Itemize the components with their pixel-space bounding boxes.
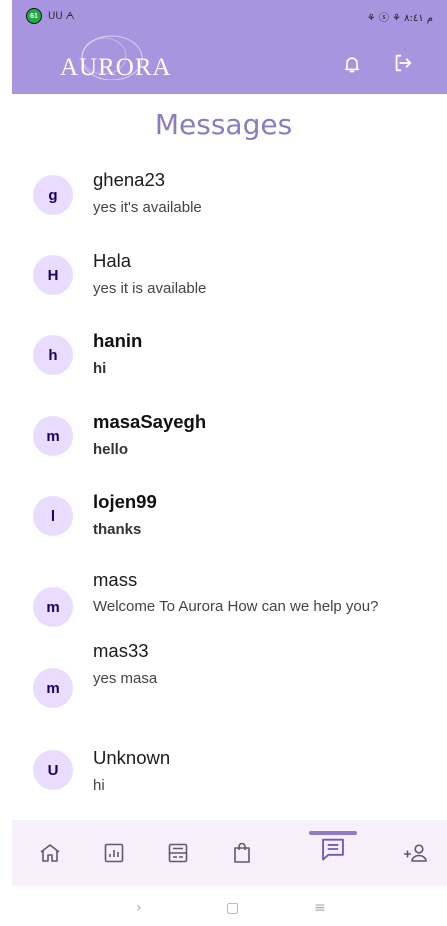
system-home-button[interactable]: ▢ <box>226 900 239 916</box>
avatar: U <box>33 750 73 790</box>
avatar: g <box>33 175 73 215</box>
conversation-item[interactable]: U Unknown hi <box>0 744 447 814</box>
logout-icon[interactable] <box>392 52 414 74</box>
nav-shop[interactable] <box>216 820 268 886</box>
conversation-item[interactable]: m masaSayegh hello <box>0 403 447 473</box>
conversation-preview: hello <box>93 441 129 458</box>
notification-badge: 61 <box>26 8 42 24</box>
gallery-icon <box>168 843 188 863</box>
avatar: h <box>33 335 73 375</box>
conversation-preview: yes it is available <box>93 280 207 297</box>
conversation-item[interactable]: h hanin hi <box>0 322 447 392</box>
conversation-item[interactable]: l lojen99 thanks <box>0 484 447 554</box>
conversation-name: lojen99 <box>93 491 157 512</box>
conversation-name: ghena23 <box>93 169 166 190</box>
conversation-name: Hala <box>93 250 132 271</box>
nav-gallery[interactable] <box>152 820 204 886</box>
conversation-item[interactable]: g ghena23 yes it's available <box>0 162 447 232</box>
avatar: m <box>33 416 73 456</box>
app-bar: AURORA <box>12 30 447 94</box>
system-navigation: › ▢ ≡ <box>0 886 447 926</box>
conversation-preview: yes it's available <box>93 199 202 216</box>
system-recents-button[interactable]: ≡ <box>314 900 326 916</box>
conversation-name: masaSayegh <box>93 411 207 432</box>
avatar: m <box>33 668 73 708</box>
conversation-preview: thanks <box>93 521 142 538</box>
conversation-preview: hi <box>93 360 107 377</box>
page-title: Messages <box>154 108 293 141</box>
aurora-logo: AURORA <box>60 54 172 81</box>
nav-messages[interactable] <box>307 816 359 882</box>
status-left: 61 ᑌᑌ ᗅ <box>26 8 75 24</box>
conversation-item[interactable]: m mas33 yes masa <box>0 640 447 732</box>
nav-home[interactable] <box>24 820 76 886</box>
avatar: H <box>33 255 73 295</box>
avatar: l <box>33 496 73 536</box>
shopping-bag-icon <box>234 842 250 863</box>
conversation-preview: hi <box>93 777 105 794</box>
nav-dashboard[interactable] <box>88 820 140 886</box>
conversation-name: Unknown <box>93 747 171 768</box>
dashboard-icon <box>104 843 124 863</box>
conversation-item[interactable]: H Hala yes it is available <box>0 242 447 312</box>
home-icon <box>40 844 60 862</box>
nav-add-user[interactable] <box>390 820 442 886</box>
messages-icon <box>322 838 344 861</box>
conversation-name: mas33 <box>93 640 149 661</box>
conversation-name: mass <box>93 569 138 590</box>
signal-indicator: ᑌᑌ ᗅ <box>48 10 75 22</box>
conversation-preview: yes masa <box>93 670 158 687</box>
bell-icon[interactable] <box>342 54 362 74</box>
system-back-button[interactable]: › <box>136 900 142 916</box>
avatar: m <box>33 587 73 627</box>
conversation-name: hanin <box>93 330 143 351</box>
add-person-icon <box>404 844 427 862</box>
conversation-item[interactable]: m mass Welcome To Aurora How can we help… <box>0 566 447 662</box>
status-bar: 61 ᑌᑌ ᗅ ⚘ ⓢ ⚘ م ٨:٤١ <box>12 0 447 30</box>
status-time: ⚘ ⓢ ⚘ م ٨:٤١ <box>366 13 433 24</box>
bottom-navigation <box>12 820 447 886</box>
conversation-preview: Welcome To Aurora How can we help you? <box>93 598 379 615</box>
